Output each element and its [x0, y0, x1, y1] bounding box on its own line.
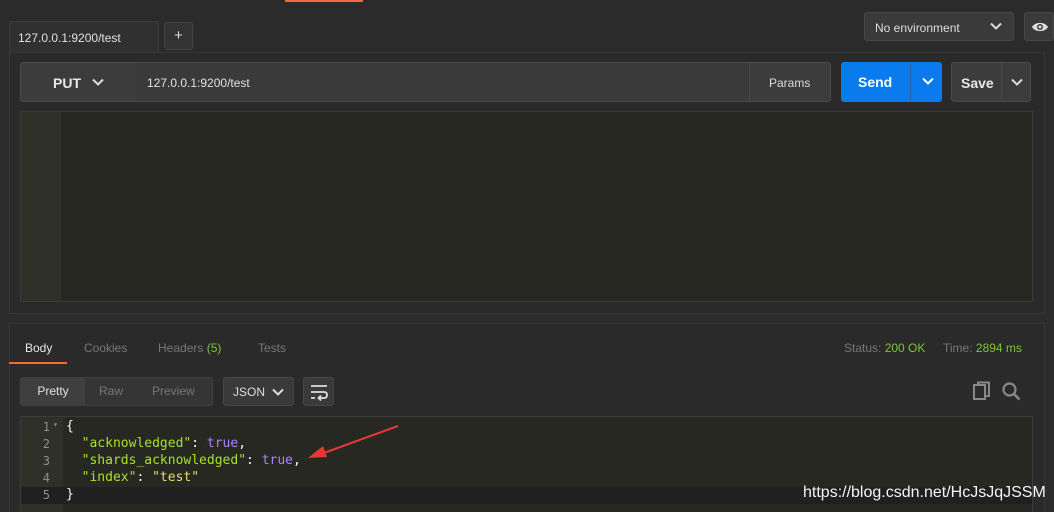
code-text: "shards_acknowledged": true, [81, 453, 301, 468]
save-label: Save [961, 75, 994, 91]
chevron-down-icon [1011, 78, 1023, 86]
environment-label: No environment [875, 21, 960, 35]
params-label: Params [769, 76, 811, 90]
method-select[interactable]: PUT [20, 62, 137, 102]
tab-tests[interactable]: Tests [258, 341, 286, 355]
eye-button[interactable] [1024, 12, 1054, 41]
chevron-down-icon [922, 77, 934, 85]
code-line: 2 "acknowledged": true, [21, 436, 1032, 453]
line-number: 1 [42, 420, 50, 434]
request-tab-label: 127.0.0.1:9200/test [18, 31, 121, 45]
time-readout: Time: 2894 ms [943, 341, 1022, 355]
chevron-down-icon [990, 22, 1002, 30]
line-number: 2 [42, 437, 50, 451]
editor-gutter [21, 112, 61, 301]
request-body-editor[interactable] [20, 111, 1033, 302]
send-button[interactable]: Send [841, 62, 910, 102]
tab-cookies[interactable]: Cookies [84, 341, 127, 355]
fold-icon[interactable]: ▾ [53, 420, 58, 429]
code-text: "index": "test" [81, 470, 200, 485]
environment-select[interactable]: No environment [864, 12, 1014, 41]
status-value: 200 OK [884, 341, 926, 355]
url-input[interactable]: 127.0.0.1:9200/test [136, 62, 750, 102]
eye-icon [1032, 22, 1048, 32]
search-icon[interactable] [1001, 381, 1021, 401]
line-number: 3 [42, 454, 50, 468]
view-raw-button[interactable]: Raw [99, 377, 123, 406]
headers-count: (5) [206, 341, 222, 355]
status-label: Status: [844, 341, 882, 355]
annotation-arrow [308, 425, 399, 458]
save-dropdown-button[interactable] [1001, 62, 1031, 102]
code-text: } [66, 487, 74, 502]
time-label: Time: [943, 341, 973, 355]
format-label: JSON [233, 385, 266, 399]
time-value: 2894 ms [975, 341, 1022, 355]
active-tab-underline [9, 362, 67, 364]
view-preview-button[interactable]: Preview [152, 377, 195, 406]
format-select[interactable]: JSON [223, 377, 294, 406]
method-label: PUT [53, 75, 81, 91]
tab-headers-label: Headers [158, 341, 204, 355]
add-tab-button[interactable]: + [164, 22, 193, 50]
url-text: 127.0.0.1:9200/test [147, 76, 250, 90]
tab-headers[interactable]: Headers (5) [158, 341, 221, 355]
view-pretty-button[interactable]: Pretty [21, 377, 85, 406]
tab-body[interactable]: Body [25, 341, 52, 355]
request-tab[interactable]: 127.0.0.1:9200/test [9, 21, 159, 53]
active-indicator [285, 0, 363, 2]
chevron-down-icon [272, 388, 284, 396]
code-line: 3 "shards_acknowledged": true, [21, 453, 1032, 470]
line-number: 4 [42, 471, 50, 485]
status-readout: Status: 200 OK [844, 341, 925, 355]
code-line: 1 ▾ { [21, 419, 1032, 436]
wrap-lines-icon [311, 385, 328, 401]
code-text: "acknowledged": true, [81, 436, 247, 451]
send-dropdown-button[interactable] [910, 62, 942, 102]
save-button[interactable]: Save [951, 62, 1002, 102]
watermark: https://blog.csdn.net/HcJsJqJSSM [803, 484, 1046, 501]
line-number: 5 [42, 488, 50, 502]
wrap-lines-button[interactable] [303, 377, 334, 406]
params-button[interactable]: Params [749, 62, 831, 102]
code-text: { [66, 419, 74, 434]
send-label: Send [858, 74, 893, 90]
copy-icon[interactable] [972, 381, 992, 401]
chevron-down-icon [92, 78, 104, 86]
